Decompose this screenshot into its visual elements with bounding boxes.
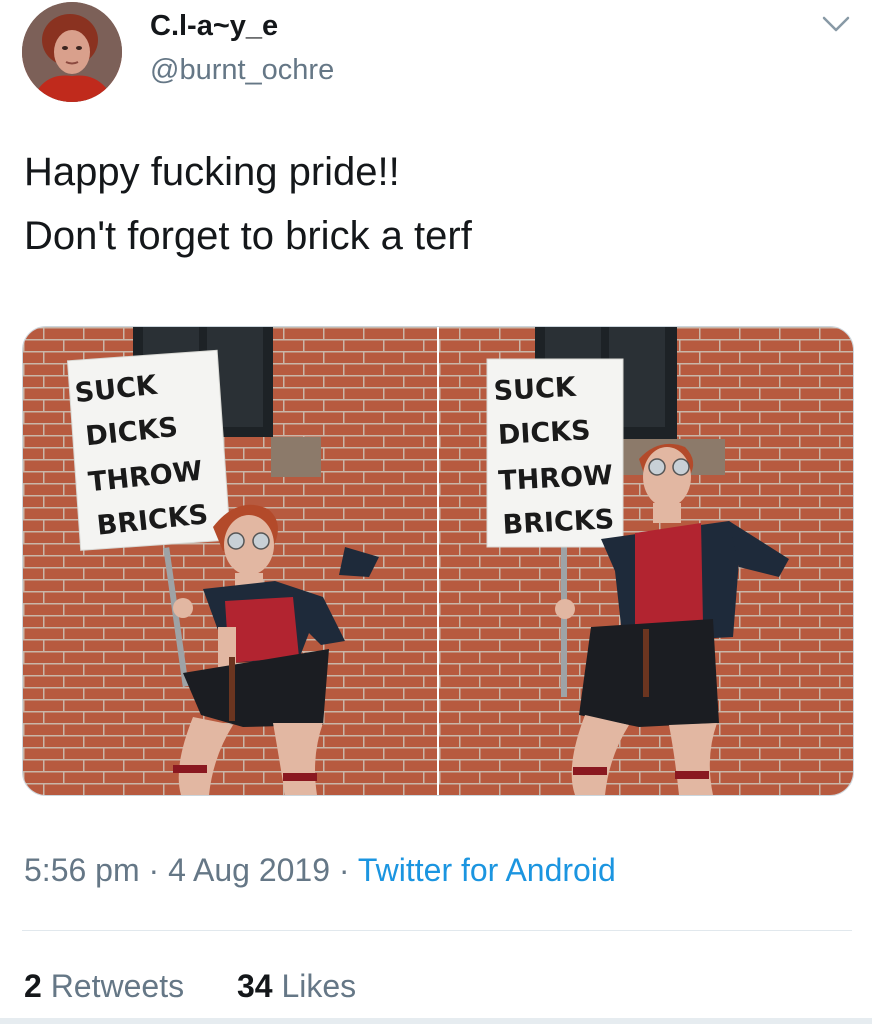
avatar-image <box>22 2 122 102</box>
media-photo-1[interactable]: SUCK DICKS THROW BRICKS <box>23 327 437 795</box>
tweet-time[interactable]: 5:56 pm <box>24 852 140 888</box>
sign-line: BRICKS <box>502 504 615 541</box>
meta-separator: · <box>338 852 350 888</box>
tweet-stats: 2 Retweets 34 Likes <box>24 968 400 1005</box>
tweet-header: C.l-a~y_e @burnt_ochre <box>22 2 852 106</box>
likes-count: 34 <box>236 968 273 1004</box>
tweet-source-link[interactable]: Twitter for Android <box>358 852 616 888</box>
likes-label: Likes <box>281 968 357 1004</box>
bottom-divider <box>0 1018 872 1024</box>
retweets-label: Retweets <box>50 968 185 1004</box>
retweets-stat[interactable]: 2 Retweets <box>24 968 184 1004</box>
sign-line: SUCK <box>493 372 578 407</box>
tweet-meta: 5:56 pm · 4 Aug 2019 · Twitter for Andro… <box>24 852 616 889</box>
likes-stat[interactable]: 34 Likes <box>237 968 356 1004</box>
tweet-text: Happy fucking pride!! Don't forget to br… <box>24 140 844 268</box>
sign-line: THROW <box>498 460 614 497</box>
divider <box>22 930 852 931</box>
tweet-text-line: Don't forget to brick a terf <box>24 214 472 258</box>
tweet-media: SUCK DICKS THROW BRICKS SUCK DICKS THROW… <box>22 326 854 796</box>
media-photo-2[interactable]: SUCK DICKS THROW BRICKS <box>439 327 853 795</box>
retweets-count: 2 <box>24 968 42 1004</box>
sign-line: DICKS <box>497 415 591 451</box>
meta-separator: · <box>148 852 160 888</box>
display-name[interactable]: C.l-a~y_e <box>150 10 278 43</box>
handle[interactable]: @burnt_ochre <box>150 54 334 87</box>
tweet-date[interactable]: 4 Aug 2019 <box>168 852 330 888</box>
tweet-text-line: Happy fucking pride!! <box>24 150 400 194</box>
avatar[interactable] <box>22 2 122 102</box>
chevron-down-icon[interactable] <box>820 12 852 36</box>
